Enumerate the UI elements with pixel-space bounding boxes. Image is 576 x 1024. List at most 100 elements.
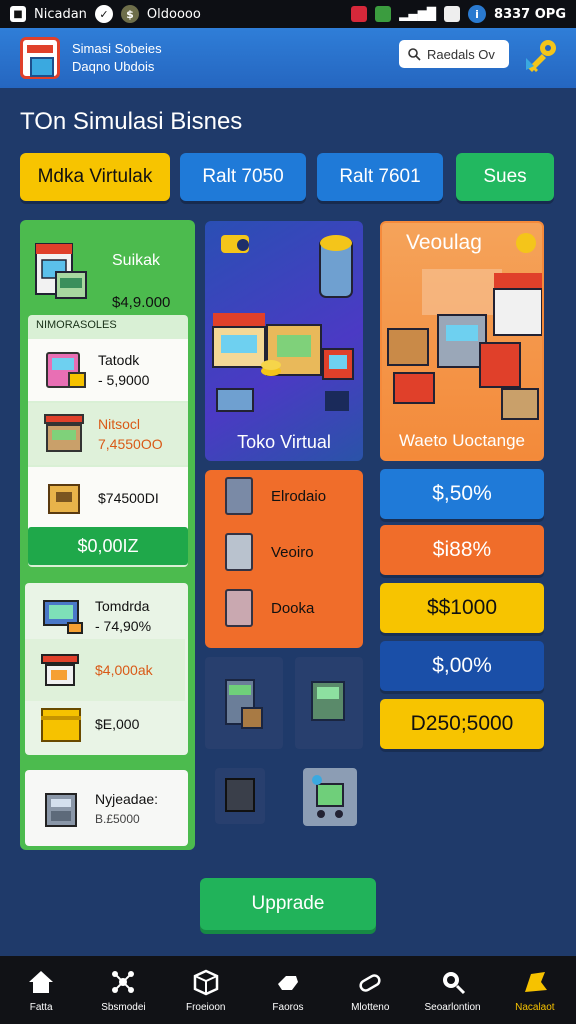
box-icon — [39, 704, 85, 744]
message-icon — [375, 6, 392, 22]
app-bar: Simasi Sobeies Daqno Ubdois Raedals Ov — [0, 28, 576, 88]
shield-icon — [351, 6, 368, 22]
hand-icon — [277, 975, 298, 990]
coin-icon: $ — [120, 5, 139, 23]
list-item[interactable]: Nyjeadae: B.£5000 — [25, 778, 185, 840]
tab-ralt-7050[interactable]: Ralt 7050 — [180, 153, 306, 201]
locker-icon — [225, 589, 253, 627]
coin-icon — [516, 233, 536, 253]
nav-item-home[interactable]: Fatta — [0, 956, 82, 1024]
page-title: TOn Simulasi Bisnes — [20, 108, 243, 135]
display-tile[interactable] — [295, 657, 363, 749]
store-building-icon — [35, 243, 87, 299]
check-icon: ✓ — [94, 5, 113, 23]
crate-icon — [42, 478, 88, 518]
wholesale-title: Veoulag — [406, 231, 482, 254]
machine-icon — [225, 778, 255, 812]
list-item[interactable]: Veoiro — [225, 532, 355, 572]
row-value: 7,4550OO — [98, 436, 163, 452]
app-logo — [20, 37, 60, 79]
list-item[interactable]: $74500DI — [28, 467, 188, 529]
info-icon: i — [468, 5, 487, 23]
list-item[interactable]: Elrodaio — [225, 476, 355, 516]
stat-tile[interactable]: $,00% — [380, 641, 544, 691]
row-name: Nitsocl — [98, 416, 141, 432]
virtual-store-illustration — [212, 235, 354, 412]
virtual-store-card[interactable]: Toko Virtual — [205, 221, 363, 461]
cart-tile[interactable] — [303, 768, 357, 826]
inventory-header: NIMORASOLES — [36, 319, 117, 331]
nav-item-tools[interactable]: Mlotteno — [329, 956, 411, 1024]
status-battery-text: 8337 OPG — [494, 6, 566, 22]
nav-item-hand[interactable]: Faoros — [247, 956, 329, 1024]
warehouse-illustration — [387, 269, 542, 420]
store-name: Suikak — [112, 252, 161, 269]
tab-bar: Mdka Virtulak Ralt 7050 Ralt 7601 Sues — [0, 153, 576, 203]
bottom-nav: Fatta Sbsmodei Froeioon Faoros Mlotteno … — [0, 956, 576, 1024]
equipment-panel: Elrodaio Veoiro Dooka — [205, 470, 363, 648]
tab-sues[interactable]: Sues — [456, 153, 554, 201]
row-name: Tomdrda — [95, 598, 150, 614]
item-label: Veoiro — [271, 543, 314, 561]
row-value: - 5,9000 — [98, 372, 150, 388]
search-icon — [442, 971, 465, 994]
upgrade-button[interactable]: Upprade — [200, 878, 376, 930]
row-name: $E,000 — [95, 716, 140, 732]
register-icon — [39, 789, 85, 829]
list-item[interactable]: Nitsocl 7,4550OO — [28, 403, 188, 465]
list-item[interactable]: $E,000 — [25, 693, 185, 755]
nav-item-network[interactable]: Sbsmodei — [82, 956, 164, 1024]
product-card: Tomdrda - 74,90% $4,000ak $E,000 — [25, 583, 188, 755]
fridge-icon — [225, 477, 253, 515]
stat-tile[interactable]: $,50% — [380, 469, 544, 519]
nav-item-trophy[interactable]: Nacalaot — [494, 956, 576, 1024]
product-card[interactable]: Nyjeadae: B.£5000 — [25, 770, 188, 846]
battery-icon — [444, 6, 461, 22]
nav-item-search[interactable]: Seoarlontion — [411, 956, 493, 1024]
key-icon[interactable] — [520, 36, 560, 76]
computer-icon — [39, 596, 85, 636]
list-item[interactable]: Dooka — [225, 588, 355, 628]
row-value: - 74,90% — [95, 618, 152, 634]
search-icon — [408, 48, 421, 61]
stat-tile[interactable]: $$1000 — [380, 583, 544, 633]
status-app-name: Nicadan — [34, 6, 87, 22]
wholesale-label: Waeto Uoctange — [399, 431, 525, 450]
app-subtitle: Daqno Ubdois — [72, 59, 155, 74]
stat-tile[interactable]: D250;5000 — [380, 699, 544, 749]
row-value: B.£5000 — [95, 812, 140, 826]
machine-tile[interactable] — [215, 768, 265, 824]
row-name: Tatodk — [98, 352, 140, 368]
row-name: Nyjeadae: — [95, 791, 159, 807]
tab-mdka-virtulak[interactable]: Mdka Virtulak — [20, 153, 170, 201]
row-name: $4,000ak — [95, 662, 153, 678]
trophy-icon — [524, 971, 547, 992]
search-label: Raedals Ov — [427, 46, 495, 62]
app-title: Simasi Sobeies — [72, 41, 162, 56]
list-item[interactable]: Tatodk - 5,9000 — [28, 339, 188, 401]
store-price: $4,9.000 — [112, 294, 171, 311]
arcade-shop-icon — [42, 350, 88, 390]
list-item[interactable]: $4,000ak — [25, 639, 185, 701]
list-item[interactable]: Tomdrda - 74,90% — [25, 585, 185, 647]
item-label: Elrodaio — [271, 487, 327, 505]
status-bar: ■ Nicadan ✓ $ Oldoooo ▂▄▆█ i 8337 OPG — [0, 0, 576, 28]
app-notification-icon: ■ — [10, 6, 26, 22]
cabinet-icon — [225, 533, 253, 571]
shelf-tile[interactable] — [205, 657, 283, 749]
item-label: Dooka — [271, 599, 315, 617]
shop-icon — [39, 650, 85, 690]
store-header[interactable]: Suikak $4,9.000 — [32, 232, 182, 322]
cart-icon — [312, 775, 344, 818]
virtual-store-label: Toko Virtual — [237, 432, 331, 452]
tab-ralt-7601[interactable]: Ralt 7601 — [317, 153, 443, 201]
wholesale-card[interactable]: Veoulag Waeto Uoctange — [380, 221, 544, 461]
package-icon — [193, 969, 218, 995]
status-carrier: Oldoooo — [146, 6, 201, 22]
stat-tile[interactable]: $i88% — [380, 525, 544, 575]
nav-item-package[interactable]: Froeioon — [165, 956, 247, 1024]
search-button[interactable]: Raedals Ov — [399, 40, 509, 68]
row-name: $74500DI — [98, 490, 159, 506]
tools-icon — [359, 973, 381, 992]
signal-icon: ▂▄▆█ — [399, 7, 437, 21]
